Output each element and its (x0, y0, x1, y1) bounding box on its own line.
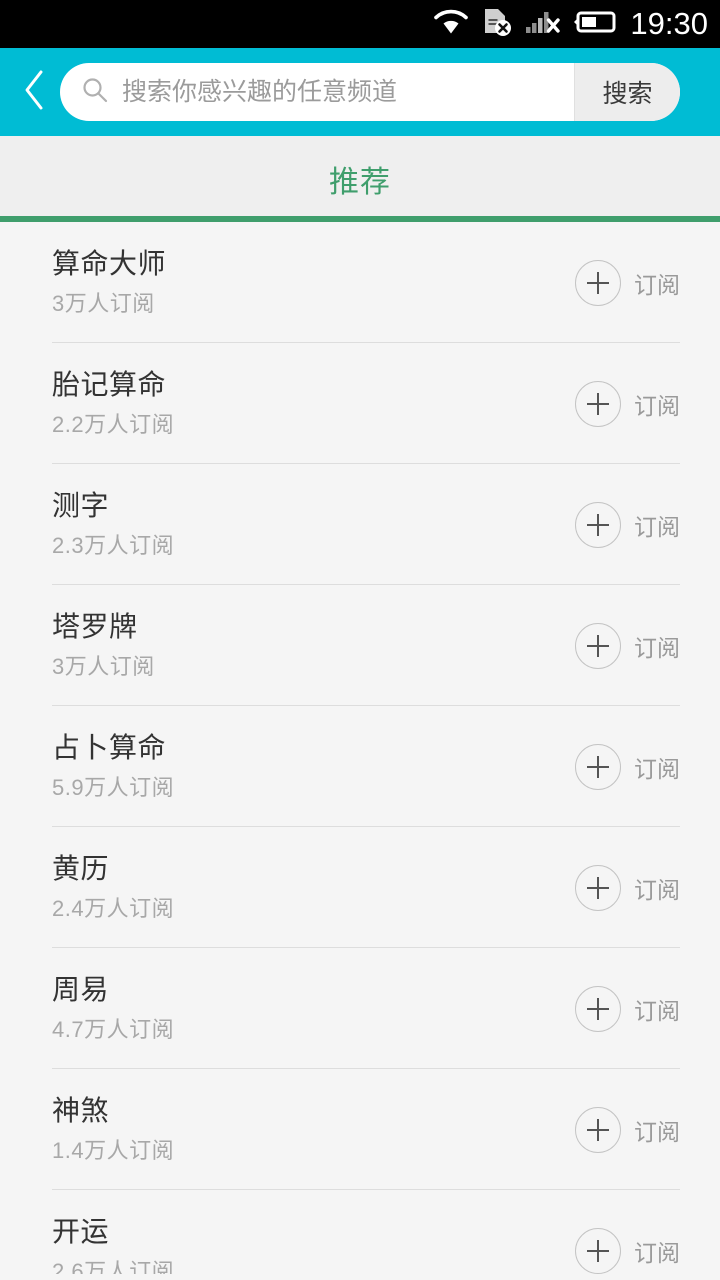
status-bar: 19:30 (0, 0, 720, 48)
channel-title: 黄历 (52, 852, 110, 884)
plus-icon (575, 743, 621, 790)
subscribe-label: 订阅 (634, 634, 680, 661)
channel-info: 占卜算命 5.9万人订阅 (52, 731, 575, 801)
plus-icon (575, 380, 621, 427)
search-submit-button[interactable]: 搜索 (574, 63, 680, 121)
subscribe-label: 订阅 (634, 513, 680, 540)
search-icon (82, 77, 108, 108)
channel-subscriber-count: 2.3万人订阅 (52, 533, 175, 559)
search-header: 搜索 (0, 48, 720, 136)
battery-icon (574, 10, 616, 39)
plus-icon (575, 985, 621, 1032)
channel-row[interactable]: 塔罗牌 3万人订阅 订阅 (0, 585, 720, 706)
sim-card-disabled-icon (482, 7, 512, 42)
channel-info: 塔罗牌 3万人订阅 (52, 610, 575, 680)
subscribe-button[interactable]: 订阅 (575, 380, 680, 427)
plus-icon (575, 501, 621, 548)
channel-info: 周易 4.7万人订阅 (52, 973, 575, 1043)
subscribe-label: 订阅 (634, 876, 680, 903)
channel-list[interactable]: 算命大师 3万人订阅 订阅 胎记算命 2.2万人订阅 订阅 测字 2.3万人订阅 订阅 塔罗牌 3万… (0, 222, 720, 1274)
subscribe-label: 订阅 (634, 271, 680, 298)
channel-title: 测字 (52, 489, 110, 521)
subscribe-button[interactable]: 订阅 (575, 259, 680, 306)
channel-info: 算命大师 3万人订阅 (52, 247, 575, 317)
plus-icon (575, 259, 621, 306)
channel-subscriber-count: 2.6万人订阅 (52, 1259, 175, 1274)
search-input[interactable] (122, 77, 574, 107)
subscribe-button[interactable]: 订阅 (575, 864, 680, 911)
channel-title: 占卜算命 (52, 731, 167, 763)
subscribe-button[interactable]: 订阅 (575, 1227, 680, 1274)
subscribe-label: 订阅 (634, 997, 680, 1024)
subscribe-button[interactable]: 订阅 (575, 743, 680, 790)
search-bar: 搜索 (60, 63, 680, 121)
tab-bar: 推荐 (0, 136, 720, 222)
channel-info: 黄历 2.4万人订阅 (52, 852, 575, 922)
plus-icon (575, 864, 621, 911)
channel-title: 胎记算命 (52, 368, 167, 400)
subscribe-button[interactable]: 订阅 (575, 985, 680, 1032)
channel-row[interactable]: 胎记算命 2.2万人订阅 订阅 (0, 343, 720, 464)
channel-subscriber-count: 3万人订阅 (52, 654, 155, 680)
channel-title: 塔罗牌 (52, 610, 138, 642)
channel-info: 胎记算命 2.2万人订阅 (52, 368, 575, 438)
status-icons (434, 7, 616, 42)
subscribe-label: 订阅 (634, 1239, 680, 1266)
subscribe-label: 订阅 (634, 392, 680, 419)
channel-subscriber-count: 4.7万人订阅 (52, 1017, 175, 1043)
channel-info: 测字 2.3万人订阅 (52, 489, 575, 559)
channel-subscriber-count: 5.9万人订阅 (52, 775, 175, 801)
channel-title: 算命大师 (52, 247, 167, 279)
plus-icon (575, 622, 621, 669)
status-clock: 19:30 (630, 5, 708, 41)
channel-row[interactable]: 开运 2.6万人订阅 订阅 (0, 1190, 720, 1274)
channel-info: 神煞 1.4万人订阅 (52, 1094, 575, 1164)
channel-row[interactable]: 占卜算命 5.9万人订阅 订阅 (0, 706, 720, 827)
channel-subscriber-count: 2.4万人订阅 (52, 896, 175, 922)
channel-row[interactable]: 黄历 2.4万人订阅 订阅 (0, 827, 720, 948)
subscribe-label: 订阅 (634, 755, 680, 782)
subscribe-button[interactable]: 订阅 (575, 1106, 680, 1153)
chevron-left-icon (21, 68, 47, 117)
tab-recommended[interactable]: 推荐 (329, 157, 391, 201)
channel-row[interactable]: 测字 2.3万人订阅 订阅 (0, 464, 720, 585)
wifi-icon (434, 9, 469, 40)
plus-icon (575, 1227, 621, 1274)
subscribe-button[interactable]: 订阅 (575, 622, 680, 669)
channel-row[interactable]: 神煞 1.4万人订阅 订阅 (0, 1069, 720, 1190)
channel-title: 开运 (52, 1215, 110, 1247)
channel-row[interactable]: 周易 4.7万人订阅 订阅 (0, 948, 720, 1069)
channel-subscriber-count: 1.4万人订阅 (52, 1138, 175, 1164)
subscribe-button[interactable]: 订阅 (575, 501, 680, 548)
signal-no-service-icon (526, 9, 561, 40)
back-button[interactable] (8, 62, 60, 122)
channel-subscriber-count: 3万人订阅 (52, 291, 155, 317)
search-field[interactable] (60, 63, 574, 121)
subscribe-label: 订阅 (634, 1118, 680, 1145)
plus-icon (575, 1106, 621, 1153)
channel-subscriber-count: 2.2万人订阅 (52, 412, 175, 438)
channel-title: 周易 (52, 973, 110, 1005)
channel-info: 开运 2.6万人订阅 (52, 1215, 575, 1274)
channel-row[interactable]: 算命大师 3万人订阅 订阅 (0, 222, 720, 343)
channel-title: 神煞 (52, 1094, 110, 1126)
